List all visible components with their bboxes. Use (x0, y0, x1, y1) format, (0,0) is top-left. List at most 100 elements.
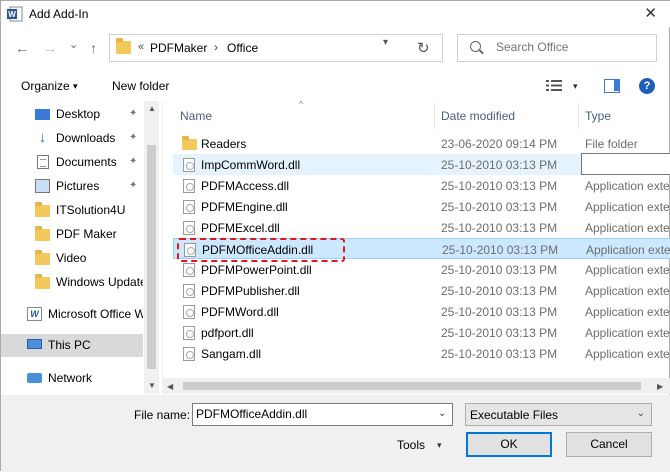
sort-ascending-icon: ^ (299, 101, 304, 109)
sidebar-item-network[interactable]: Network (1, 367, 143, 390)
column-separator[interactable] (578, 103, 579, 129)
nav-scroll-thumb[interactable] (147, 145, 156, 369)
filename-field[interactable]: ⌄ (192, 403, 453, 426)
file-type: Application exte (585, 200, 670, 214)
sidebar-item-documents[interactable]: Documents ✦ (1, 151, 143, 174)
file-row[interactable]: Readers 23-06-2020 09:14 PM File folder (173, 133, 670, 154)
file-row[interactable]: PDFMWord.dll 25-10-2010 03:13 PM Applica… (173, 301, 670, 322)
column-header-name[interactable]: Name (180, 109, 212, 123)
organize-dropdown-icon[interactable]: ▾ (73, 81, 78, 92)
help-icon[interactable]: ? (639, 78, 655, 94)
file-date: 23-06-2020 09:14 PM (441, 137, 558, 151)
file-row[interactable]: PDFMPublisher.dll 25-10-2010 03:13 PM Ap… (173, 280, 670, 301)
filename-dropdown-icon[interactable]: ⌄ (438, 408, 446, 419)
add-add-in-dialog: W Add Add-In ✕ ← → ⌄ ↑ « PDFMaker › Offi… (0, 0, 670, 472)
nav-scrollbar[interactable]: ▲ ▼ (144, 101, 159, 394)
column-separator[interactable] (434, 103, 435, 129)
search-input[interactable] (496, 40, 646, 54)
sidebar-item-video[interactable]: Video (1, 247, 143, 270)
scroll-down-icon[interactable]: ▼ (148, 381, 156, 390)
search-box[interactable] (457, 34, 657, 62)
pin-icon: ✦ (129, 108, 138, 119)
type-column-tooltip-outline (581, 153, 670, 175)
file-date: 25-10-2010 03:13 PM (441, 221, 558, 235)
sidebar-item-downloads[interactable]: ↓ Downloads ✦ (1, 127, 143, 150)
view-options-icon[interactable] (546, 79, 562, 92)
folder-icon (182, 136, 197, 150)
address-dropdown-icon[interactable]: ▾ (383, 37, 388, 48)
file-date: 25-10-2010 03:13 PM (441, 347, 558, 361)
file-type: Application exte (585, 305, 670, 319)
sidebar-item-itsolution4u[interactable]: ITSolution4U (1, 199, 143, 222)
back-arrow-icon[interactable]: ← (15, 40, 29, 56)
view-dropdown-icon[interactable]: ▾ (573, 81, 578, 92)
sidebar-item-pictures[interactable]: Pictures ✦ (1, 175, 143, 198)
folder-icon (35, 274, 50, 289)
close-icon[interactable]: ✕ (644, 4, 657, 22)
filename-input[interactable] (196, 407, 432, 421)
file-name: Readers (201, 137, 247, 151)
file-name: PDFMPowerPoint.dll (201, 263, 312, 277)
sidebar-item-label: Pictures (56, 179, 100, 193)
file-type: File folder (585, 137, 638, 151)
pictures-icon (35, 179, 50, 193)
folder-icon (116, 38, 131, 54)
dll-file-icon (183, 326, 195, 340)
sidebar-item-microsoft-office[interactable]: W Microsoft Office W (1, 303, 143, 326)
column-header-type[interactable]: Type (585, 109, 611, 123)
file-date: 25-10-2010 03:13 PM (441, 158, 558, 172)
forward-arrow-icon[interactable]: → (43, 40, 57, 56)
horizontal-scroll-thumb[interactable] (183, 382, 641, 390)
scroll-right-icon[interactable]: ▶ (657, 382, 663, 391)
sidebar-item-label: PDF Maker (56, 227, 117, 241)
sidebar-item-pdf-maker[interactable]: PDF Maker (1, 223, 143, 246)
file-row[interactable]: Sangam.dll 25-10-2010 03:13 PM Applicati… (173, 343, 670, 364)
navigation-pane: Desktop ✦ ↓ Downloads ✦ Documents ✦ Pict… (1, 101, 159, 394)
tools-button[interactable]: Tools (397, 438, 425, 452)
file-row[interactable]: PDFMEngine.dll 25-10-2010 03:13 PM Appli… (173, 196, 670, 217)
folder-icon (35, 250, 50, 265)
sidebar-item-this-pc[interactable]: This PC (1, 334, 143, 357)
dll-file-icon (183, 221, 195, 235)
sidebar-item-label: This PC (48, 338, 91, 352)
scroll-left-icon[interactable]: ◀ (167, 382, 173, 391)
file-date: 25-10-2010 03:13 PM (442, 243, 559, 257)
computer-icon (27, 339, 42, 349)
column-header-date[interactable]: Date modified (441, 109, 515, 123)
breadcrumb-office[interactable]: Office (227, 41, 258, 55)
file-row[interactable]: pdfport.dll 25-10-2010 03:13 PM Applicat… (173, 322, 670, 343)
preview-pane-icon[interactable] (604, 79, 620, 93)
file-type: Application exte (585, 263, 670, 277)
file-type: Application exte (585, 284, 670, 298)
filetype-value: Executable Files (470, 408, 559, 422)
horizontal-scrollbar[interactable]: ◀ ▶ (163, 378, 670, 394)
file-row[interactable]: PDFMExcel.dll 25-10-2010 03:13 PM Applic… (173, 217, 670, 238)
ok-button[interactable]: OK (466, 432, 552, 457)
sidebar-item-desktop[interactable]: Desktop ✦ (1, 103, 143, 126)
filetype-select[interactable]: Executable Files ⌄ (465, 403, 652, 426)
sidebar-item-label: Network (48, 371, 93, 385)
cancel-button[interactable]: Cancel (566, 432, 652, 457)
overflow-chevron-icon[interactable]: « (138, 41, 144, 53)
sidebar-item-windows-update[interactable]: Windows Update (1, 271, 143, 294)
scroll-up-icon[interactable]: ▲ (148, 104, 156, 113)
network-icon (27, 373, 42, 383)
new-folder-button[interactable]: New folder (112, 79, 169, 93)
file-date: 25-10-2010 03:13 PM (441, 263, 558, 277)
title-bar: W Add Add-In ✕ (1, 1, 670, 27)
refresh-icon[interactable]: ↻ (417, 39, 430, 57)
recent-locations-icon[interactable]: ⌄ (69, 38, 78, 51)
file-name: PDFMAccess.dll (201, 179, 290, 193)
sidebar-item-label: Documents (56, 155, 117, 169)
breadcrumb-pdfmaker[interactable]: PDFMaker (150, 41, 207, 55)
file-name: pdfport.dll (201, 326, 254, 340)
file-date: 25-10-2010 03:13 PM (441, 305, 558, 319)
file-row[interactable]: PDFMAccess.dll 25-10-2010 03:13 PM Appli… (173, 175, 670, 196)
organize-button[interactable]: Organize (21, 79, 70, 93)
up-arrow-icon[interactable]: ↑ (90, 40, 97, 56)
address-bar[interactable]: « PDFMaker › Office (109, 34, 443, 62)
file-row[interactable]: PDFMPowerPoint.dll 25-10-2010 03:13 PM A… (173, 259, 670, 280)
breadcrumb-separator-icon[interactable]: › (214, 40, 218, 54)
dll-file-icon (183, 305, 195, 319)
tools-dropdown-icon[interactable]: ▾ (437, 440, 442, 451)
